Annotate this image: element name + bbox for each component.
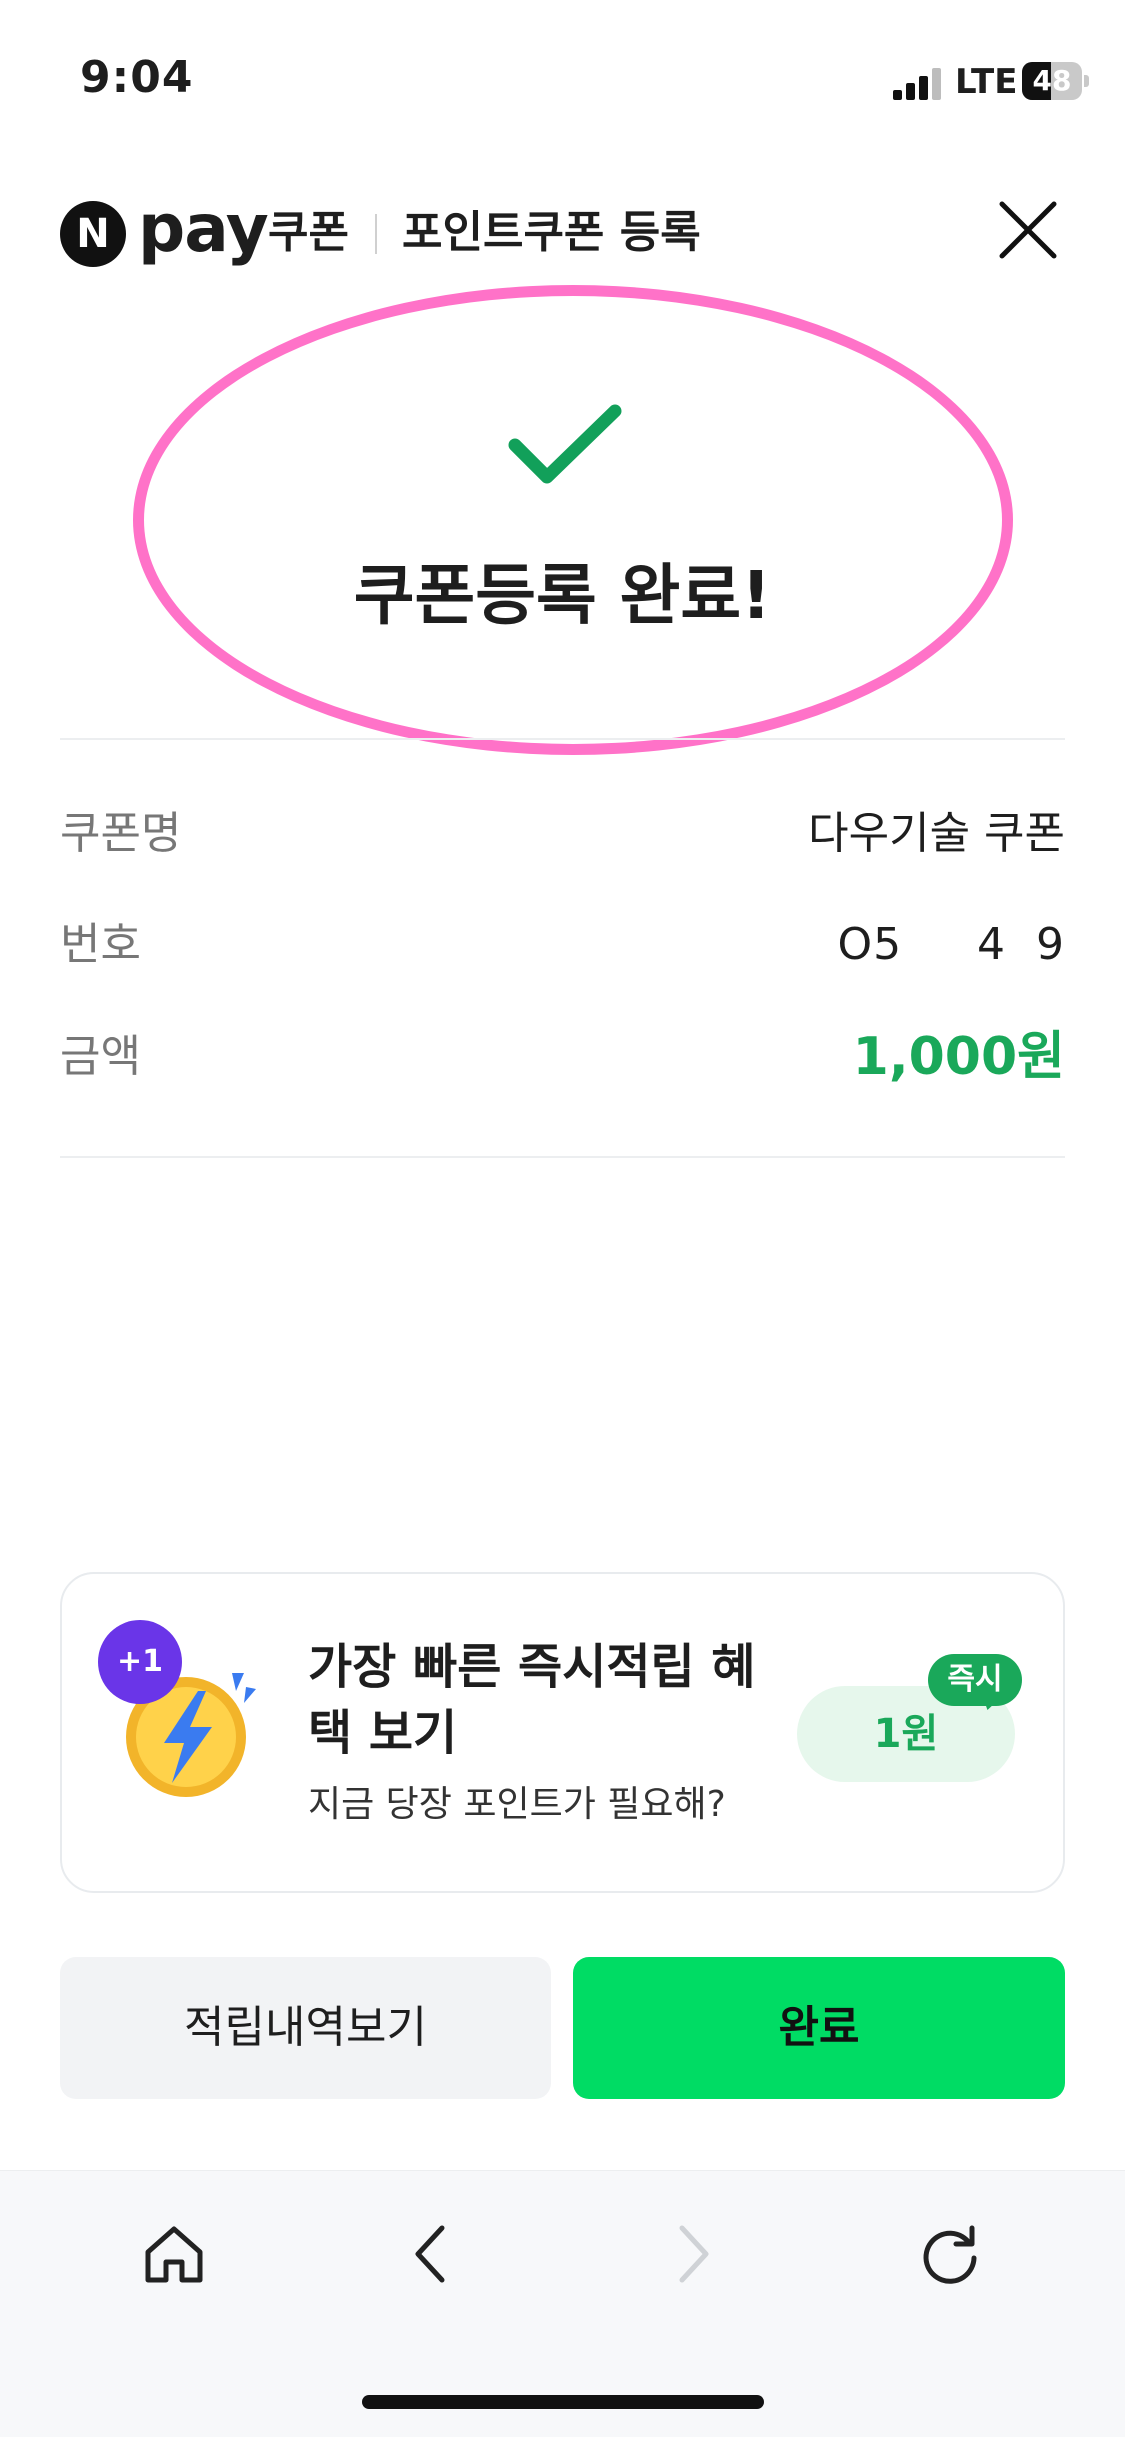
coupon-name-label: 쿠폰명 — [60, 808, 182, 859]
check-icon — [508, 404, 622, 484]
status-time: 9:04 — [80, 52, 194, 103]
back-icon[interactable] — [400, 2222, 464, 2286]
service-name: 쿠폰 — [268, 207, 349, 258]
history-button[interactable]: 적립내역보기 — [60, 1957, 551, 2099]
coupon-number-value: O5 4 9 — [837, 919, 1065, 970]
page-title: 포인트쿠폰 등록 — [402, 207, 701, 258]
coupon-name-value: 다우기술 쿠폰 — [808, 808, 1065, 859]
header-divider — [375, 214, 377, 254]
signal-icon — [893, 68, 941, 100]
instant-badge: 즉시 — [928, 1654, 1022, 1706]
brand-name: pay — [138, 190, 269, 267]
highlight-annotation — [133, 285, 1013, 755]
done-button[interactable]: 완료 — [573, 1957, 1065, 2099]
home-icon[interactable] — [142, 2222, 206, 2286]
battery-icon: 48 — [1022, 62, 1090, 100]
plus-badge: +1 — [98, 1620, 182, 1704]
promo-subtitle: 지금 당장 포인트가 필요해? — [308, 1784, 726, 1825]
divider — [60, 738, 1065, 740]
forward-icon — [679, 2225, 709, 2283]
promo-title[interactable]: 가장 빠른 즉시적립 혜택 보기 — [308, 1634, 788, 1766]
battery-percent: 48 — [1032, 64, 1072, 97]
network-type: LTE — [955, 62, 1018, 102]
close-icon[interactable] — [996, 198, 1060, 262]
divider — [60, 1156, 1065, 1158]
home-indicator — [362, 2395, 764, 2409]
amount-label: 금액 — [60, 1031, 141, 1082]
coupon-number-label: 번호 — [60, 919, 141, 970]
npay-logo: N — [60, 201, 126, 267]
success-title: 쿠폰등록 완료! — [353, 557, 772, 634]
amount-value: 1,000원 — [852, 1027, 1065, 1087]
reload-icon[interactable] — [918, 2222, 982, 2286]
